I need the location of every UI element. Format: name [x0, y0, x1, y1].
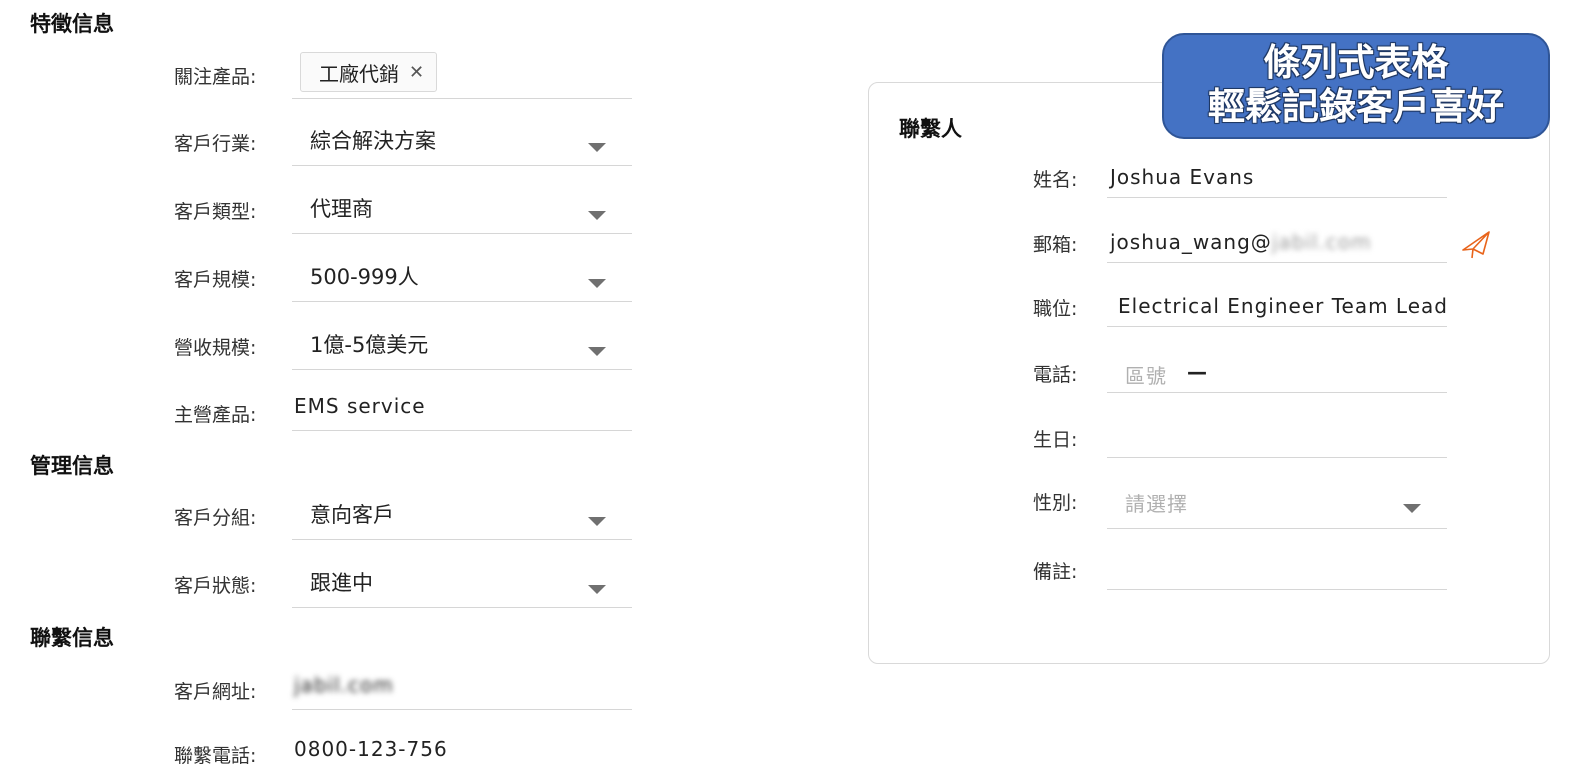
- email-input[interactable]: joshua_wang@jabil.com: [1107, 228, 1447, 263]
- label-website: 客戶網址:: [174, 681, 257, 703]
- customer-group-value: 意向客戶: [310, 503, 394, 527]
- label-contact-phone: 電話:: [1033, 364, 1078, 386]
- gender-placeholder: 請選擇: [1125, 492, 1188, 516]
- contact-card: 聯繫人 姓名: Joshua Evans 郵箱: joshua_wang@jab…: [868, 82, 1550, 664]
- close-icon[interactable]: ✕: [409, 62, 424, 83]
- contact-row-notes: 備註:: [869, 555, 1549, 595]
- phone-separator: —: [1187, 360, 1208, 384]
- revenue-size-value: 1億-5億美元: [310, 333, 429, 357]
- chevron-down-icon[interactable]: [588, 585, 606, 594]
- phone-value: 0800-123-756: [294, 737, 448, 761]
- label-customer-size: 客戶規模:: [174, 269, 257, 291]
- banner-line-2: 輕鬆記錄客戶喜好: [1208, 85, 1504, 128]
- promo-banner: 條列式表格 輕鬆記錄客戶喜好: [1162, 33, 1550, 139]
- section-title-features: 特徵信息: [30, 12, 114, 36]
- industry-value: 綜合解決方案: [310, 129, 436, 153]
- revenue-size-select[interactable]: 1億-5億美元: [292, 323, 632, 370]
- main-products-value: EMS service: [294, 394, 426, 418]
- customer-group-select[interactable]: 意向客戶: [292, 493, 632, 540]
- email-value: joshua_wang@jabil.com: [1110, 230, 1372, 254]
- chevron-down-icon[interactable]: [588, 347, 606, 356]
- chevron-down-icon[interactable]: [588, 517, 606, 526]
- customer-type-value: 代理商: [310, 197, 373, 221]
- email-local-part: joshua_wang@: [1110, 230, 1272, 254]
- industry-select[interactable]: 綜合解決方案: [292, 119, 632, 166]
- contact-row-phone: 電話: 區號 —: [869, 358, 1549, 398]
- area-code-placeholder[interactable]: 區號: [1125, 360, 1167, 389]
- label-name: 姓名:: [1033, 169, 1078, 191]
- label-phone: 聯繫電話:: [174, 745, 257, 767]
- focus-products-field[interactable]: 工廠代銷 ✕: [292, 52, 632, 99]
- banner-line-1: 條列式表格: [1263, 41, 1449, 84]
- chevron-down-icon[interactable]: [588, 143, 606, 152]
- tag-label: 工廠代銷: [319, 61, 399, 86]
- send-icon[interactable]: [1459, 228, 1493, 262]
- email-domain: jabil.com: [1271, 230, 1372, 254]
- label-email: 郵箱:: [1033, 234, 1078, 256]
- contact-row-birthday: 生日:: [869, 423, 1549, 463]
- label-customer-group: 客戶分組:: [174, 507, 257, 529]
- contact-phone-input[interactable]: 區號 —: [1107, 358, 1447, 393]
- chevron-down-icon[interactable]: [588, 211, 606, 220]
- contact-row-name: 姓名: Joshua Evans: [869, 163, 1549, 203]
- name-input[interactable]: Joshua Evans: [1107, 163, 1447, 198]
- tag-chip: 工廠代銷 ✕: [300, 52, 438, 92]
- label-industry: 客戶行業:: [174, 133, 257, 155]
- gender-select[interactable]: 請選擇: [1107, 486, 1447, 529]
- customer-status-value: 跟進中: [310, 571, 373, 595]
- position-value: Electrical Engineer Team Lead: [1118, 294, 1447, 318]
- label-birthday: 生日:: [1033, 429, 1078, 451]
- label-customer-status: 客戶狀態:: [174, 575, 257, 597]
- label-notes: 備註:: [1033, 561, 1078, 583]
- phone-input[interactable]: 0800-123-756: [292, 727, 632, 773]
- label-revenue-size: 營收規模:: [174, 337, 257, 359]
- website-value: jabil.com: [294, 673, 394, 697]
- label-focus-products: 關注產品:: [174, 66, 257, 88]
- main-products-input[interactable]: EMS service: [292, 384, 632, 431]
- contact-row-email: 郵箱: joshua_wang@jabil.com: [869, 228, 1549, 268]
- customer-status-select[interactable]: 跟進中: [292, 561, 632, 608]
- label-position: 職位:: [1033, 298, 1078, 320]
- customer-type-select[interactable]: 代理商: [292, 187, 632, 234]
- customer-size-select[interactable]: 500-999人: [292, 255, 632, 302]
- label-gender: 性別:: [1033, 492, 1078, 514]
- customer-size-value: 500-999人: [310, 265, 419, 289]
- notes-input[interactable]: [1107, 555, 1447, 590]
- label-main-products: 主營產品:: [174, 404, 257, 426]
- label-customer-type: 客戶類型:: [174, 201, 257, 223]
- section-title-contact-info: 聯繫信息: [30, 626, 114, 650]
- contact-row-position: 職位: Electrical Engineer Team Lead: [869, 292, 1549, 332]
- name-value: Joshua Evans: [1110, 165, 1255, 189]
- website-input[interactable]: jabil.com: [292, 663, 632, 710]
- position-input[interactable]: Electrical Engineer Team Lead: [1107, 292, 1447, 327]
- chevron-down-icon[interactable]: [588, 279, 606, 288]
- contact-card-title: 聯繫人: [899, 117, 962, 141]
- contact-row-gender: 性別: 請選擇: [869, 486, 1549, 529]
- birthday-input[interactable]: [1107, 423, 1447, 458]
- chevron-down-icon[interactable]: [1403, 504, 1421, 513]
- section-title-management: 管理信息: [30, 454, 114, 478]
